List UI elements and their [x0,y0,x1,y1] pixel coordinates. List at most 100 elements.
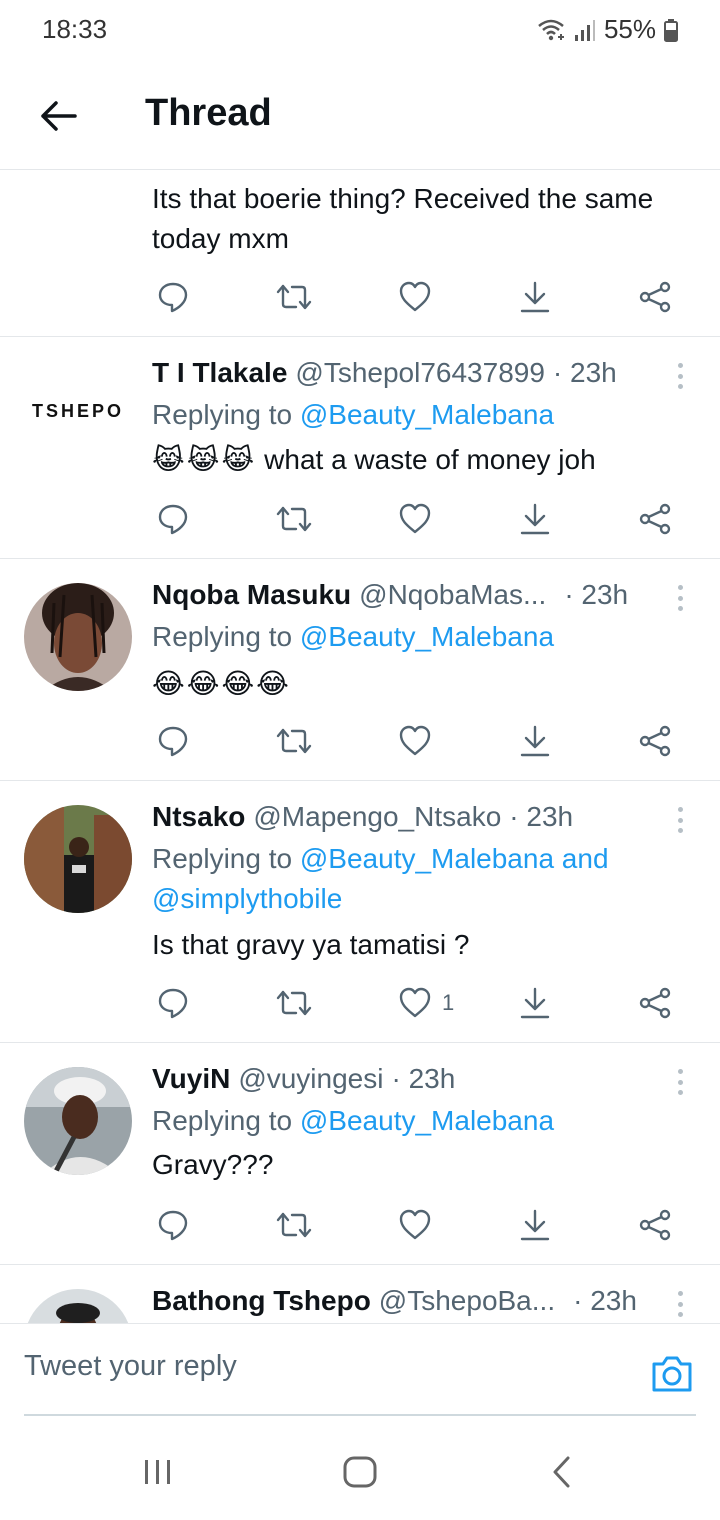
download-button[interactable] [519,275,551,319]
share-button[interactable] [638,1203,672,1247]
emoji: 😹 [186,444,220,475]
like-button[interactable] [398,275,432,319]
author-name[interactable]: VuyiN [152,1063,230,1095]
avatar-image [24,1289,132,1323]
like-button[interactable] [398,1203,432,1247]
share-button[interactable] [638,275,672,319]
share-button[interactable] [638,497,672,541]
share-icon [639,281,671,313]
tweet-item[interactable]: TSHEPO T I Tlakale @Tshepol76437899 · 23… [0,337,720,559]
reply-composer[interactable]: Tweet your reply [0,1323,720,1416]
tweet-text: Its that boerie thing? Received the same… [152,183,654,254]
recent-apps-button[interactable] [128,1450,188,1494]
tweet-body: 😹 😹 😹 what a waste of money joh [152,443,596,477]
retweet-button[interactable] [275,275,313,319]
more-options-button[interactable] [670,803,690,837]
download-button[interactable] [519,1203,551,1247]
mention-link[interactable]: @Beauty_Malebana [300,399,554,430]
reply-icon [158,282,188,313]
avatar[interactable]: TSHEPO [24,357,132,465]
retweet-button[interactable] [275,1203,313,1247]
tweet-header: T I Tlakale @Tshepol76437899 · 23h [152,357,670,389]
reply-button[interactable] [156,1203,190,1247]
tweet-header: Bathong Tshepo @TshepoBa... · 23h [152,1285,670,1317]
download-button[interactable] [519,981,551,1025]
mention-link[interactable]: @Beauty_Malebana [300,621,554,652]
replying-to: Replying to @Beauty_Malebana [152,395,680,435]
recent-apps-icon [145,1460,170,1484]
avatar[interactable] [24,1289,132,1323]
emoji: 😂 [221,668,255,699]
tweet-item[interactable]: Bathong Tshepo @TshepoBa... · 23h [0,1265,720,1323]
tweet-item[interactable]: VuyiN @vuyingesi · 23h Replying to @Beau… [0,1043,720,1265]
author-name[interactable]: Bathong Tshepo [152,1285,371,1317]
signal-icon [574,19,595,41]
tweet-text: what a waste of money joh [264,444,596,475]
download-button[interactable] [519,497,551,541]
chevron-left-icon [553,1456,570,1488]
avatar[interactable] [24,583,132,691]
camera-button[interactable] [650,1354,694,1394]
more-options-button[interactable] [670,1065,690,1099]
like-button[interactable] [398,497,432,541]
tweet-body: 😂 😂 😂 😂 [152,667,289,701]
back-nav-button[interactable] [532,1450,592,1494]
like-button[interactable]: 1 [398,981,454,1025]
back-button[interactable] [28,86,88,146]
tweet-item[interactable]: Ntsako @Mapengo_Ntsako · 23h Replying to… [0,781,720,1043]
mention-link[interactable]: @simplythobile [152,883,342,914]
author-handle[interactable]: @Mapengo_Ntsako [253,801,501,833]
retweet-button[interactable] [275,497,313,541]
reply-button[interactable] [156,719,190,763]
download-icon [520,725,550,757]
avatar-text: TSHEPO [31,400,124,421]
retweet-icon [276,1212,312,1238]
reply-icon [158,1210,188,1241]
retweet-button[interactable] [275,981,313,1025]
share-button[interactable] [638,981,672,1025]
reply-button[interactable] [156,981,190,1025]
thread-feed[interactable]: Its that boerie thing? Received the same… [0,171,720,1323]
avatar[interactable] [24,1067,132,1175]
avatar-image [24,805,132,913]
like-count: 1 [442,990,455,1015]
author-handle[interactable]: @Tshepol76437899 [295,357,545,389]
reply-button[interactable] [156,275,190,319]
replying-to-prefix: Replying to [152,843,293,874]
emoji: 😹 [221,444,255,475]
more-options-button[interactable] [670,1287,690,1321]
author-name[interactable]: Nqoba Masuku [152,579,351,611]
mention-link[interactable]: @Beauty_Malebana [300,1105,554,1136]
tweet-actions [150,497,690,541]
share-button[interactable] [638,719,672,763]
like-button[interactable] [398,719,432,763]
tweet-header: VuyiN @vuyingesi · 23h [152,1063,670,1095]
wifi-icon [538,19,564,40]
reply-input[interactable]: Tweet your reply [24,1350,237,1383]
replying-to-prefix: Replying to [152,621,293,652]
author-handle[interactable]: @vuyingesi [238,1063,383,1095]
avatar[interactable] [24,805,132,913]
mention-link[interactable]: @Beauty_Malebana and [300,843,609,874]
author-name[interactable]: T I Tlakale [152,357,287,389]
author-handle[interactable]: @NqobaMas... [359,579,546,611]
tweet-item[interactable]: Its that boerie thing? Received the same… [0,171,720,337]
home-button[interactable] [330,1450,390,1494]
retweet-icon [276,728,312,754]
tweet-item[interactable]: Nqoba Masuku @NqobaMas... · 23h Replying… [0,559,720,781]
share-icon [639,725,671,757]
header: Thread [0,62,720,170]
tweet-actions [150,275,690,319]
author-handle[interactable]: @TshepoBa... [379,1285,555,1317]
reply-button[interactable] [156,497,190,541]
more-options-button[interactable] [670,359,690,393]
replying-to-prefix: Replying to [152,399,293,430]
more-options-button[interactable] [670,581,690,615]
retweet-button[interactable] [275,719,313,763]
battery-percent: 55% [603,14,656,44]
retweet-icon [276,506,312,532]
home-icon [343,1456,377,1488]
author-name[interactable]: Ntsako [152,801,245,833]
reply-icon [158,726,188,757]
download-button[interactable] [519,719,551,763]
